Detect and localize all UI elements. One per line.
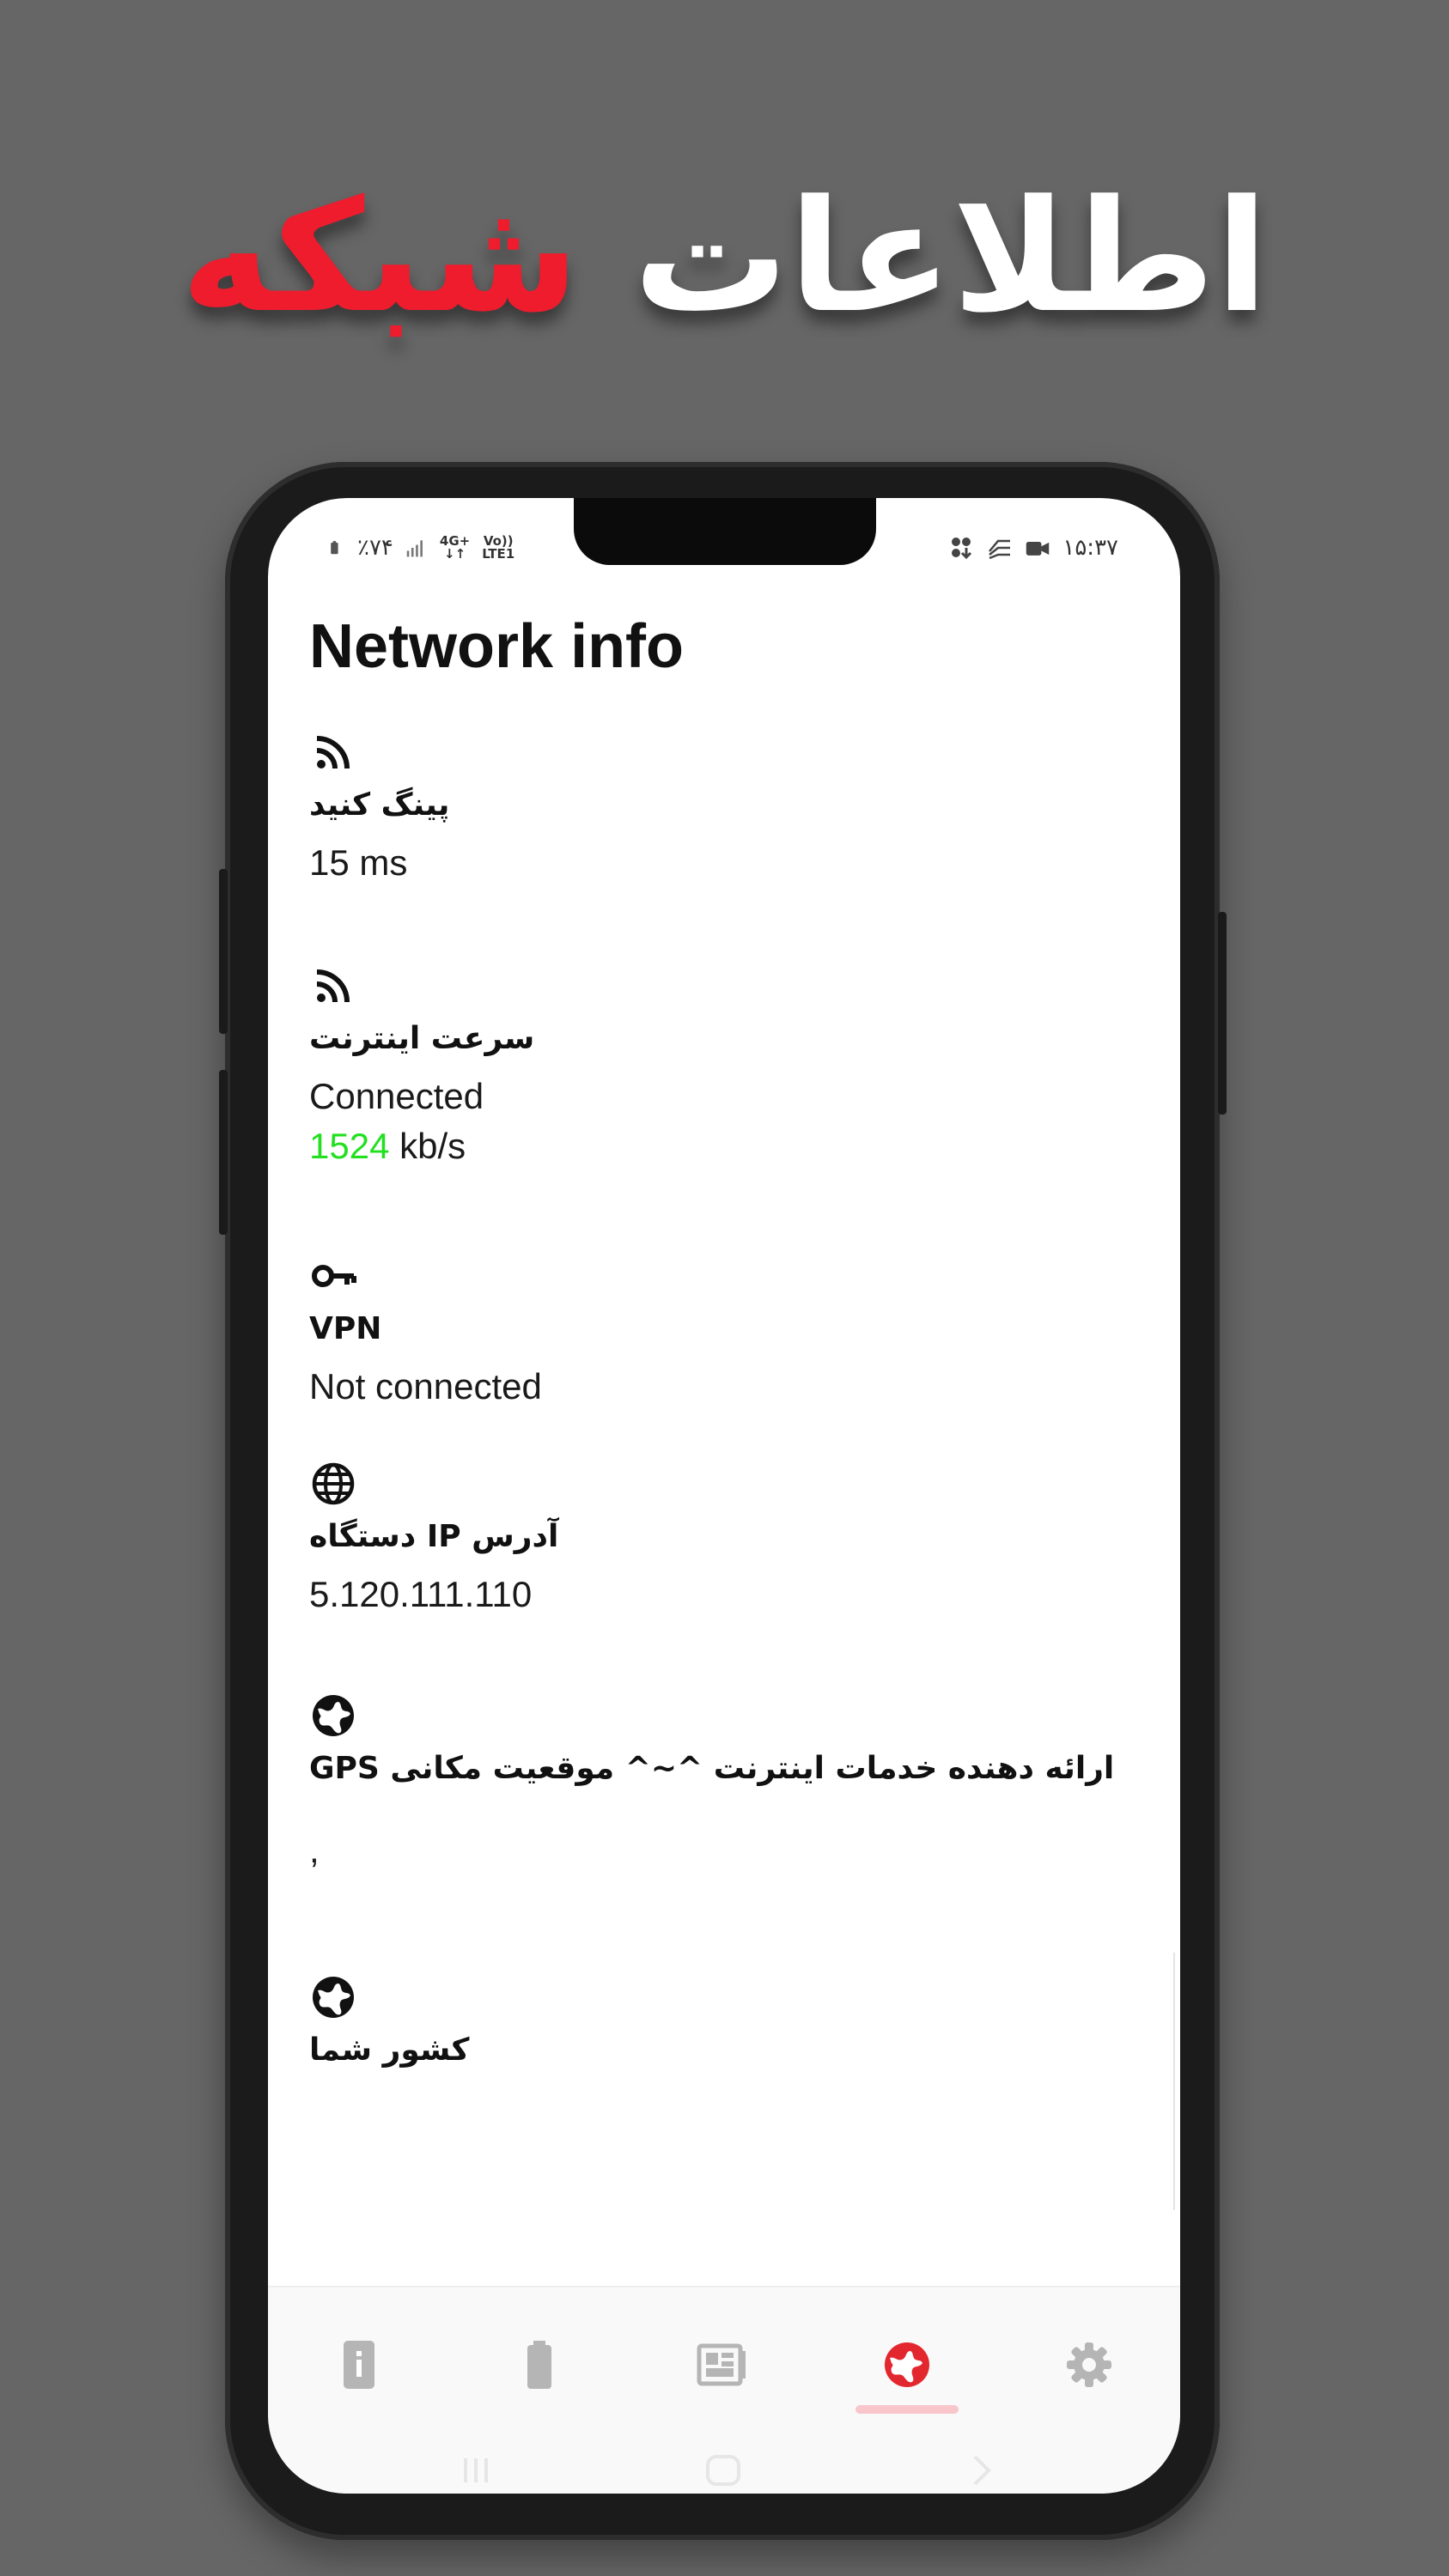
scrollbar[interactable] <box>1173 1953 1180 2210</box>
internet-speed-label: سرعت اینترنت <box>309 1021 535 1056</box>
isp-gps-item: ارائه دهنده خدمات اینترنت ^~^ موقعیت مکا… <box>309 1692 1134 1874</box>
headline-red-word: شبکه <box>180 167 580 347</box>
apps-download-icon <box>952 538 972 560</box>
recents-button[interactable] <box>450 2449 502 2492</box>
network-globe-icon <box>885 2342 929 2387</box>
isp-gps-value: , <box>309 1830 320 1870</box>
ip-address-value: 5.120.111.110 <box>309 1574 533 1614</box>
power-button <box>1218 912 1227 1115</box>
ping-label: پینگ کنید <box>309 787 450 823</box>
country-item: کشور شما <box>309 1973 1134 2085</box>
volte-bottom: LTE1 <box>482 546 515 562</box>
status-bar-left: ٪۷۴ 4G+ ↓↑ Vo)) LTE1 <box>330 532 514 563</box>
info-icon <box>344 2341 374 2389</box>
page-title: Network info <box>309 612 685 681</box>
network-arrows: ↓↑ <box>444 546 466 562</box>
battery-percent: ٪۷۴ <box>357 535 393 561</box>
phone-screen: ٪۷۴ 4G+ ↓↑ Vo)) LTE1 ۱۵:۳۷ Network info … <box>268 498 1180 2494</box>
tab-network[interactable] <box>864 2322 950 2408</box>
volte-indicator: Vo)) LTE1 <box>482 535 514 561</box>
home-icon <box>706 2455 740 2486</box>
volume-up-button <box>219 869 228 1034</box>
earth-icon <box>313 1695 354 1736</box>
dashboard-icon <box>697 2343 746 2386</box>
back-icon <box>973 2455 991 2486</box>
speed-unit: kb/s <box>389 1126 466 1166</box>
vpn-label: VPN <box>309 1311 382 1346</box>
vpn-item: VPN Not connected <box>309 1252 1134 1410</box>
bottom-navigation <box>268 2286 1180 2494</box>
tab-battery[interactable] <box>496 2322 582 2408</box>
promo-headline: اطلاعات شبکه <box>0 163 1449 352</box>
vpn-value: Not connected <box>309 1366 542 1406</box>
key-icon <box>312 1265 356 1287</box>
internet-speed-item: سرعت اینترنت Connected 1524 kb/s <box>309 962 1134 1170</box>
ping-item: پینگ کنید 15 ms <box>309 728 1134 886</box>
battery-icon <box>331 541 338 555</box>
ip-address-item: آدرس IP دستگاه 5.120.111.110 <box>309 1460 1134 1618</box>
tab-dashboard[interactable] <box>679 2322 764 2408</box>
recents-icon <box>464 2458 488 2482</box>
status-bar-right: ۱۵:۳۷ <box>949 532 1118 563</box>
headline-white-word: اطلاعات <box>633 167 1269 347</box>
notification-icon <box>989 539 1011 560</box>
status-time: ۱۵:۳۷ <box>1062 535 1118 561</box>
globe-grid-icon <box>312 1462 355 1505</box>
ip-address-label: آدرس IP دستگاه <box>309 1519 559 1554</box>
rss-icon <box>316 969 350 1003</box>
country-label: کشور شما <box>309 2032 470 2068</box>
isp-gps-label: ارائه دهنده خدمات اینترنت ^~^ موقعیت مکا… <box>309 1751 1115 1786</box>
settings-gear-icon <box>1067 2342 1111 2387</box>
speed-number: 1524 <box>309 1126 390 1166</box>
speed-value: 1524 kb/s <box>309 1123 1134 1170</box>
tab-settings[interactable] <box>1046 2322 1132 2408</box>
tab-info[interactable] <box>316 2322 402 2408</box>
active-tab-indicator <box>855 2405 959 2414</box>
earth-icon <box>313 1977 354 2018</box>
volume-down-button <box>219 1070 228 1235</box>
rss-icon <box>316 736 350 769</box>
back-button[interactable] <box>955 2449 1007 2492</box>
home-button[interactable] <box>697 2449 749 2492</box>
ping-value: 15 ms <box>309 842 408 883</box>
camera-icon <box>1026 541 1050 556</box>
connection-status: Connected <box>309 1076 484 1116</box>
signal-icon <box>406 540 423 557</box>
camera-notch <box>574 498 876 565</box>
battery-icon <box>527 2341 551 2389</box>
network-type: 4G+ ↓↑ <box>440 535 470 561</box>
